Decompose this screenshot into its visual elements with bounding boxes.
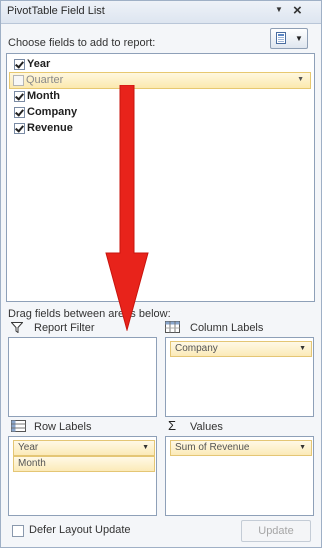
update-button[interactable]: Update bbox=[241, 520, 311, 542]
field-name: Revenue bbox=[27, 122, 73, 134]
report-filter-label: Report Filter bbox=[34, 322, 95, 334]
field-checkbox-month[interactable] bbox=[14, 91, 25, 102]
chevron-down-icon[interactable]: ▼ bbox=[297, 76, 304, 83]
field-checkbox-year[interactable] bbox=[14, 59, 25, 70]
layout-toggle-button[interactable]: ▼ bbox=[270, 28, 308, 49]
field-checkbox-revenue[interactable] bbox=[14, 123, 25, 134]
row-labels-label: Row Labels bbox=[34, 421, 92, 433]
task-pane-options-icon[interactable]: ▼ bbox=[275, 5, 283, 14]
red-arrow-annotation bbox=[105, 85, 149, 331]
layout-toggle-icon bbox=[276, 32, 286, 44]
chip-label: Month bbox=[18, 458, 46, 469]
defer-layout-checkbox[interactable] bbox=[12, 525, 24, 537]
choose-fields-label: Choose fields to add to report: bbox=[8, 37, 156, 49]
area-chip-company[interactable]: Company ▼ bbox=[170, 341, 312, 357]
defer-layout-label: Defer Layout Update bbox=[29, 524, 131, 536]
field-checkbox-quarter[interactable] bbox=[13, 75, 24, 86]
area-chip-month[interactable]: Month bbox=[13, 456, 155, 472]
column-grid-icon bbox=[165, 321, 180, 333]
values-label: Values bbox=[190, 421, 223, 433]
field-item-quarter[interactable]: Quarter ▼ bbox=[9, 72, 311, 89]
values-area[interactable]: Sum of Revenue ▼ bbox=[165, 436, 314, 516]
chip-label: Sum of Revenue bbox=[175, 442, 250, 453]
panel-title: PivotTable Field List bbox=[7, 5, 105, 17]
area-chip-sum-of-revenue[interactable]: Sum of Revenue ▼ bbox=[170, 440, 312, 456]
field-name: Quarter bbox=[26, 74, 64, 86]
field-item-company[interactable]: Company bbox=[11, 105, 311, 120]
sigma-icon: Σ bbox=[168, 418, 177, 433]
field-name: Month bbox=[27, 90, 60, 102]
title-bar: PivotTable Field List ▼ × bbox=[1, 1, 321, 24]
close-icon[interactable]: × bbox=[293, 2, 302, 19]
chip-label: Company bbox=[175, 343, 218, 354]
field-name: Year bbox=[27, 58, 51, 70]
field-checkbox-company[interactable] bbox=[14, 107, 25, 118]
row-labels-area[interactable]: Year ▼ Month bbox=[8, 436, 157, 516]
funnel-icon bbox=[11, 322, 23, 333]
column-labels-label: Column Labels bbox=[190, 322, 264, 334]
area-chip-year[interactable]: Year ▼ bbox=[13, 440, 155, 456]
field-name: Company bbox=[27, 106, 78, 118]
chevron-down-icon: ▼ bbox=[295, 34, 303, 43]
field-item-month[interactable]: Month bbox=[11, 89, 311, 104]
column-labels-area[interactable]: Company ▼ bbox=[165, 337, 314, 417]
chip-label: Year bbox=[18, 442, 39, 453]
row-grid-icon bbox=[11, 420, 26, 432]
chevron-down-icon[interactable]: ▼ bbox=[142, 444, 149, 451]
chevron-down-icon[interactable]: ▼ bbox=[299, 444, 306, 451]
pivot-field-list-pane: PivotTable Field List ▼ × Choose fields … bbox=[0, 0, 322, 548]
field-item-year[interactable]: Year bbox=[11, 57, 311, 72]
field-list: Year Quarter ▼ Month Company Revenue bbox=[6, 53, 315, 302]
field-item-revenue[interactable]: Revenue bbox=[11, 121, 311, 136]
chevron-down-icon[interactable]: ▼ bbox=[299, 345, 306, 352]
report-filter-area[interactable] bbox=[8, 337, 157, 417]
